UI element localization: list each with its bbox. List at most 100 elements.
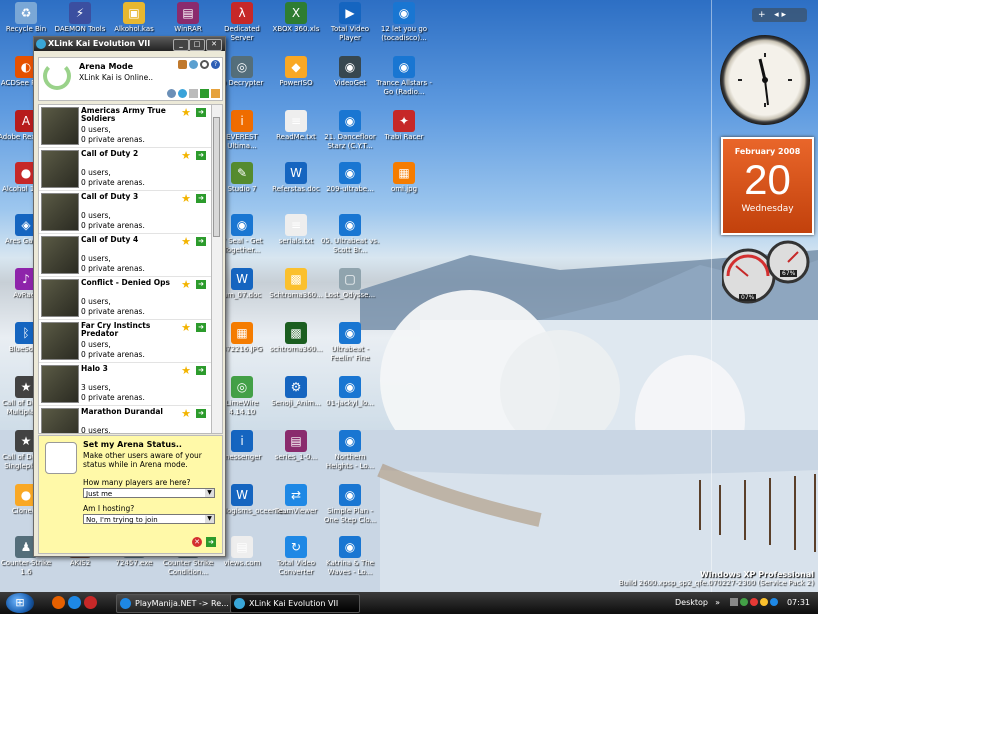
start-button[interactable]: ⊞ xyxy=(6,593,34,613)
desktop-icon[interactable]: ◉ 05. Ultrabeat vs. Scott Br... xyxy=(320,214,380,255)
desktop-icon[interactable]: ▶ Total Video Player xyxy=(320,2,380,43)
game-row[interactable]: Conflict - Denied Ops 0 users, 0 private a… xyxy=(39,277,211,320)
help-icon[interactable]: ? xyxy=(211,60,220,69)
enter-arena-icon[interactable]: ➜ xyxy=(196,280,206,289)
favorite-star-icon[interactable]: ★ xyxy=(181,322,191,333)
favorite-star-icon[interactable]: ★ xyxy=(181,236,191,247)
media-icon[interactable] xyxy=(84,596,97,609)
hosting-select[interactable]: No, I'm trying to join ▼ xyxy=(83,514,215,524)
taskbar-task[interactable]: XLink Kai Evolution VII xyxy=(230,594,360,613)
enter-arena-icon[interactable]: ➜ xyxy=(196,151,206,160)
firefox-icon[interactable] xyxy=(52,596,65,609)
favorite-star-icon[interactable]: ★ xyxy=(181,279,191,290)
desktop-toolbar-label[interactable]: Desktop xyxy=(675,592,708,614)
taskbar-clock[interactable]: 07:31 xyxy=(787,592,810,614)
desktop-icon[interactable]: ⚡ DAEMON Tools xyxy=(50,2,110,34)
desktop-icon[interactable]: X XBOX 360.xls xyxy=(266,2,326,34)
security-tray-icon[interactable] xyxy=(760,598,768,606)
enter-arena-icon[interactable]: ➜ xyxy=(196,108,206,117)
desktop-icon[interactable]: ♻ Recycle Bin xyxy=(0,2,56,34)
desktop-icon[interactable]: ◉ Simple Plan - One Step Clo... xyxy=(320,484,380,525)
desktop-icon[interactable]: ↻ Total Video Converter xyxy=(266,536,326,577)
sidebar-controls[interactable]: + ◂ ▸ xyxy=(752,8,807,22)
desktop-icon[interactable]: ◉ VideoGet xyxy=(320,56,380,88)
window-titlebar[interactable]: XLink Kai Evolution VII _ □ ✕ xyxy=(34,37,225,51)
cpu-meter-gadget[interactable]: 07% 67% xyxy=(720,240,812,310)
cancel-status-icon[interactable]: ✕ xyxy=(192,537,202,547)
volume-icon[interactable] xyxy=(730,598,738,606)
maximize-button[interactable]: □ xyxy=(189,39,205,51)
desktop-icon[interactable]: ▣ Alkohol.kas xyxy=(104,2,164,34)
chevron-down-icon[interactable]: ▼ xyxy=(205,515,214,523)
desktop-icon[interactable]: ◉ Katrina & The Waves - Lo... xyxy=(320,536,380,577)
favorite-star-icon[interactable]: ★ xyxy=(181,107,191,118)
chat-icon[interactable] xyxy=(189,89,198,98)
desktop-icon[interactable]: ◉ 209-ultrabe... xyxy=(320,162,380,194)
desktop-icon[interactable]: ◉ 21. Dancefloor Starz (C.Y.T... xyxy=(320,110,380,151)
expand-icon[interactable]: » xyxy=(715,592,720,614)
globe-icon[interactable] xyxy=(189,60,198,69)
game-list[interactable]: Americas Army True Soldiers 0 users, 0 pri… xyxy=(38,104,212,434)
enter-arena-icon[interactable]: ➜ xyxy=(196,409,206,418)
desktop-icon[interactable]: ◉ 12 let you go (tocadisco)... xyxy=(374,2,434,43)
enter-arena-icon[interactable]: ➜ xyxy=(196,323,206,332)
favorite-star-icon[interactable]: ★ xyxy=(181,150,191,161)
desktop-icon-label: AKIS2 xyxy=(69,559,91,567)
xlink-kai-window[interactable]: XLink Kai Evolution VII _ □ ✕ Arena Mode… xyxy=(33,36,226,557)
desktop-icon[interactable]: ▩ schtroma360... xyxy=(266,322,326,354)
messenger-tray-icon[interactable] xyxy=(750,598,758,606)
apply-status-icon[interactable]: ➜ xyxy=(206,537,216,547)
desktop-icon[interactable]: ▤ series_1-0... xyxy=(266,430,326,462)
game-users: 0 users, xyxy=(81,125,111,134)
calendar-gadget[interactable]: February 2008 20 Wednesday xyxy=(721,137,814,235)
close-button[interactable]: ✕ xyxy=(206,39,222,51)
game-row[interactable]: Call of Duty 3 0 users, 0 private arenas. ★… xyxy=(39,191,211,234)
players-select[interactable]: Just me ▼ xyxy=(83,488,215,498)
desktop-icon[interactable]: ✦ Trabi Racer xyxy=(374,110,434,142)
desktop-icon[interactable]: ◆ PowerISO xyxy=(266,56,326,88)
back-icon[interactable] xyxy=(200,89,209,98)
update-tray-icon[interactable] xyxy=(770,598,778,606)
desktop-icon[interactable]: ≡ serials.txt xyxy=(266,214,326,246)
desktop-icon[interactable]: ≡ ReadMe.txt xyxy=(266,110,326,142)
desktop-icon[interactable]: ◉ 01-jackyl_lo... xyxy=(320,376,380,408)
enter-arena-icon[interactable]: ➜ xyxy=(196,237,206,246)
desktop-icon-image: ▩ xyxy=(285,322,307,344)
desktop-icon[interactable]: ◉ Ultrabeat - Feelin' Fine xyxy=(320,322,380,363)
game-row[interactable]: Marathon Durandal 0 users, ★ ➜ xyxy=(39,406,211,433)
home-icon[interactable] xyxy=(211,89,220,98)
game-row[interactable]: Halo 3 3 users, 0 private arenas. ★ ➜ xyxy=(39,363,211,406)
loading-ring-icon xyxy=(43,62,71,90)
clock-gadget[interactable] xyxy=(720,35,810,125)
desktop-icon[interactable]: ▦ omi.jpg xyxy=(374,162,434,194)
game-row[interactable]: Call of Duty 2 0 users, 0 private arenas. ★… xyxy=(39,148,211,191)
tray-icons[interactable] xyxy=(730,598,778,606)
desktop-icon[interactable]: ⚙ Senoji_Anim... xyxy=(266,376,326,408)
desktop-icon[interactable]: ▤ WinRAR xyxy=(158,2,218,34)
desktop-icon[interactable]: ▩ Schtroma360... xyxy=(266,268,326,300)
internet-explorer-icon[interactable] xyxy=(68,596,81,609)
scrollbar-thumb[interactable] xyxy=(213,117,220,237)
desktop-icon[interactable]: W Referstas.doc xyxy=(266,162,326,194)
desktop-icon[interactable]: ◉ Trance Allstars - Go (Radio... xyxy=(374,56,434,97)
chevron-down-icon[interactable]: ▼ xyxy=(205,489,214,497)
game-row[interactable]: Americas Army True Soldiers 0 users, 0 pri… xyxy=(39,105,211,148)
game-list-scrollbar[interactable] xyxy=(211,104,223,434)
contacts-icon[interactable] xyxy=(167,89,176,98)
taskbar-task[interactable]: PlayManija.NET -> Re... xyxy=(116,594,246,613)
favorite-star-icon[interactable]: ★ xyxy=(181,193,191,204)
enter-arena-icon[interactable]: ➜ xyxy=(196,366,206,375)
desktop-icon[interactable]: ▢ Lost_Odysse... xyxy=(320,268,380,300)
desktop-icon[interactable]: ◉ Northern Heights - Lo... xyxy=(320,430,380,471)
desktop-icon[interactable]: ⇄ TeamViewer xyxy=(266,484,326,516)
users-icon[interactable] xyxy=(178,60,187,69)
favorite-star-icon[interactable]: ★ xyxy=(181,408,191,419)
search-icon[interactable] xyxy=(200,60,209,69)
game-row[interactable]: Call of Duty 4 0 users, 0 private arenas. ★… xyxy=(39,234,211,277)
game-row[interactable]: Far Cry Instincts Predator 0 users, 0 priv… xyxy=(39,320,211,363)
network-icon[interactable] xyxy=(178,89,187,98)
favorite-star-icon[interactable]: ★ xyxy=(181,365,191,376)
minimize-button[interactable]: _ xyxy=(173,39,189,51)
network-tray-icon[interactable] xyxy=(740,598,748,606)
enter-arena-icon[interactable]: ➜ xyxy=(196,194,206,203)
